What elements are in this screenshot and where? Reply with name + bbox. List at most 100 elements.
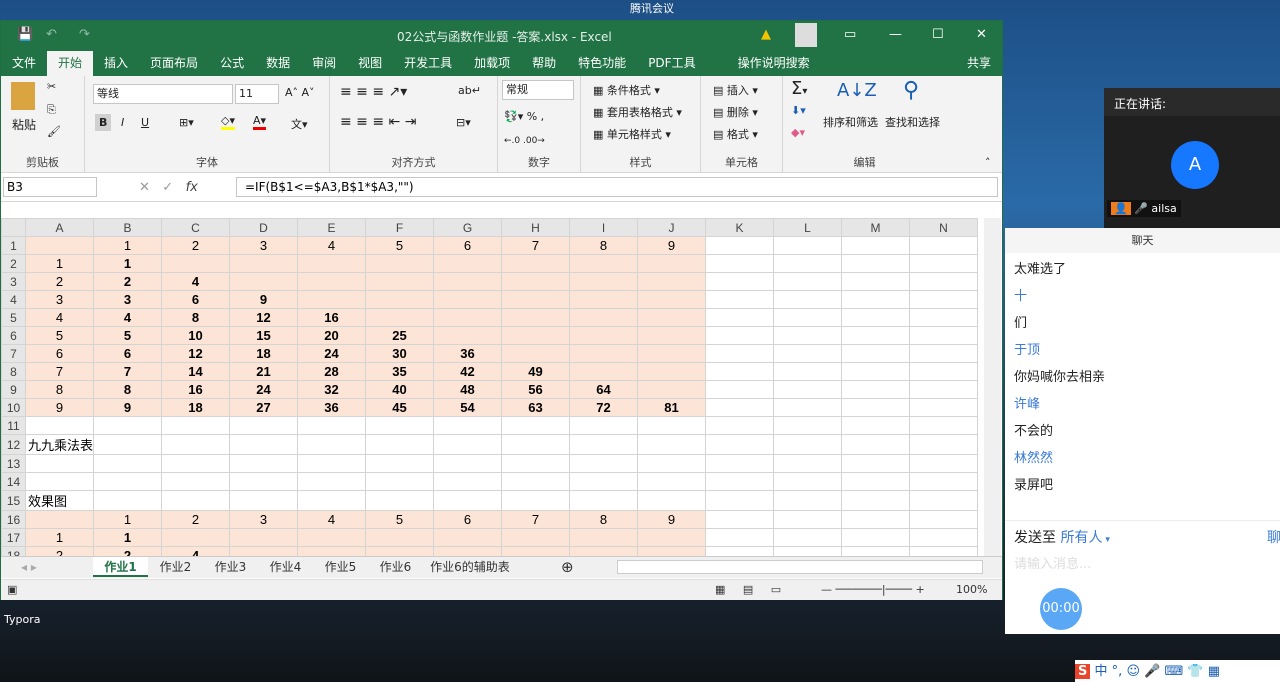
mic-icon[interactable]: 🎤 [1144,664,1160,679]
cell-C14[interactable] [161,472,231,491]
row-header[interactable]: 13 [1,454,26,473]
cell-I9[interactable]: 64 [569,380,639,399]
delete-cells-button[interactable]: ▤ 删除 ▾ [713,104,758,120]
copy-icon[interactable]: ⎘ [47,103,56,117]
cell-H6[interactable] [501,326,571,345]
save-icon[interactable]: 💾 [17,27,33,42]
cell-H5[interactable] [501,308,571,327]
find-icon[interactable]: ⚲ [903,78,919,103]
cell-H3[interactable] [501,272,571,291]
cell-C6[interactable]: 10 [161,326,231,345]
cell-D8[interactable]: 21 [229,362,299,381]
column-header[interactable]: G [433,218,503,237]
sort-filter-icon[interactable]: A↓Z [837,80,877,101]
column-header[interactable]: H [501,218,571,237]
cell-E6[interactable]: 20 [297,326,367,345]
cell-J1[interactable]: 9 [637,236,707,255]
cell-H9[interactable]: 56 [501,380,571,399]
cell-L14[interactable] [773,472,843,491]
cell-N5[interactable] [909,308,979,327]
cell-L7[interactable] [773,344,843,363]
cell-L10[interactable] [773,398,843,417]
cell-I12[interactable] [569,434,639,455]
cell-K10[interactable] [705,398,775,417]
cell-E5[interactable]: 16 [297,308,367,327]
cell-D7[interactable]: 18 [229,344,299,363]
cell-G11[interactable] [433,416,503,435]
cell-F14[interactable] [365,472,435,491]
menu-8[interactable]: 开发工具 [393,51,463,76]
cell-D10[interactable]: 27 [229,398,299,417]
cell-D17[interactable] [229,528,299,547]
insert-cells-button[interactable]: ▤ 插入 ▾ [713,82,758,98]
cell-H18[interactable] [501,546,571,556]
cell-C10[interactable]: 18 [161,398,231,417]
cell-A12[interactable]: 九九乘法表 [24,434,95,455]
menu-9[interactable]: 加载项 [463,51,521,76]
cell-E2[interactable] [297,254,367,273]
cell-H4[interactable] [501,290,571,309]
cell-C7[interactable]: 12 [161,344,231,363]
cell-A18[interactable]: 2 [24,546,95,556]
column-header[interactable]: A [24,218,95,237]
cell-L17[interactable] [773,528,843,547]
autosum-icon[interactable]: Σ▾ [791,78,807,99]
cell-F10[interactable]: 45 [365,398,435,417]
cell-I5[interactable] [569,308,639,327]
column-header[interactable]: J [637,218,707,237]
cell-J17[interactable] [637,528,707,547]
cell-D13[interactable] [229,454,299,473]
cell-L12[interactable] [773,434,843,455]
cell-I16[interactable]: 8 [569,510,639,529]
cell-A4[interactable]: 3 [24,290,95,309]
collapse-ribbon-icon[interactable]: ˄ [985,156,991,169]
cell-M8[interactable] [841,362,911,381]
cell-E12[interactable] [297,434,367,455]
cell-F5[interactable] [365,308,435,327]
column-header[interactable]: I [569,218,639,237]
cell-I1[interactable]: 8 [569,236,639,255]
cell-F3[interactable] [365,272,435,291]
cell-D16[interactable]: 3 [229,510,299,529]
row-header[interactable]: 7 [1,344,26,363]
shirt-icon[interactable]: 👕 [1187,664,1203,679]
cell-H17[interactable] [501,528,571,547]
cell-A3[interactable]: 2 [24,272,95,291]
cell-F9[interactable]: 40 [365,380,435,399]
cell-E18[interactable] [297,546,367,556]
cell-B2[interactable]: 1 [93,254,163,273]
number-format-select[interactable]: 常规 [502,80,574,100]
cell-I15[interactable] [569,490,639,511]
cell-N16[interactable] [909,510,979,529]
cell-M4[interactable] [841,290,911,309]
cell-B8[interactable]: 7 [93,362,163,381]
cell-B15[interactable] [93,490,163,511]
cell-E17[interactable] [297,528,367,547]
cell-I13[interactable] [569,454,639,473]
chat-tab-cut[interactable]: 聊 [1267,527,1280,547]
cell-L6[interactable] [773,326,843,345]
cell-J6[interactable] [637,326,707,345]
cell-C12[interactable] [161,434,231,455]
row-header[interactable]: 8 [1,362,26,381]
cell-N9[interactable] [909,380,979,399]
cell-K2[interactable] [705,254,775,273]
cell-E8[interactable]: 28 [297,362,367,381]
cell-N11[interactable] [909,416,979,435]
sheet-tab[interactable]: 作业3 [203,557,258,577]
format-painter-icon[interactable]: 🖌 [47,125,61,138]
cell-H11[interactable] [501,416,571,435]
add-sheet-icon[interactable]: ⊕ [561,557,574,577]
row-header[interactable]: 2 [1,254,26,273]
cell-N2[interactable] [909,254,979,273]
cell-J3[interactable] [637,272,707,291]
cell-H8[interactable]: 49 [501,362,571,381]
ime-punct[interactable]: °, [1112,664,1123,679]
cell-C3[interactable]: 4 [161,272,231,291]
cell-C2[interactable] [161,254,231,273]
grow-font-icon[interactable]: A˄ A˅ [285,86,315,99]
sheet-tab[interactable]: 作业4 [258,557,313,577]
cell-G4[interactable] [433,290,503,309]
cell-A6[interactable]: 5 [24,326,95,345]
cell-A14[interactable] [24,472,95,491]
